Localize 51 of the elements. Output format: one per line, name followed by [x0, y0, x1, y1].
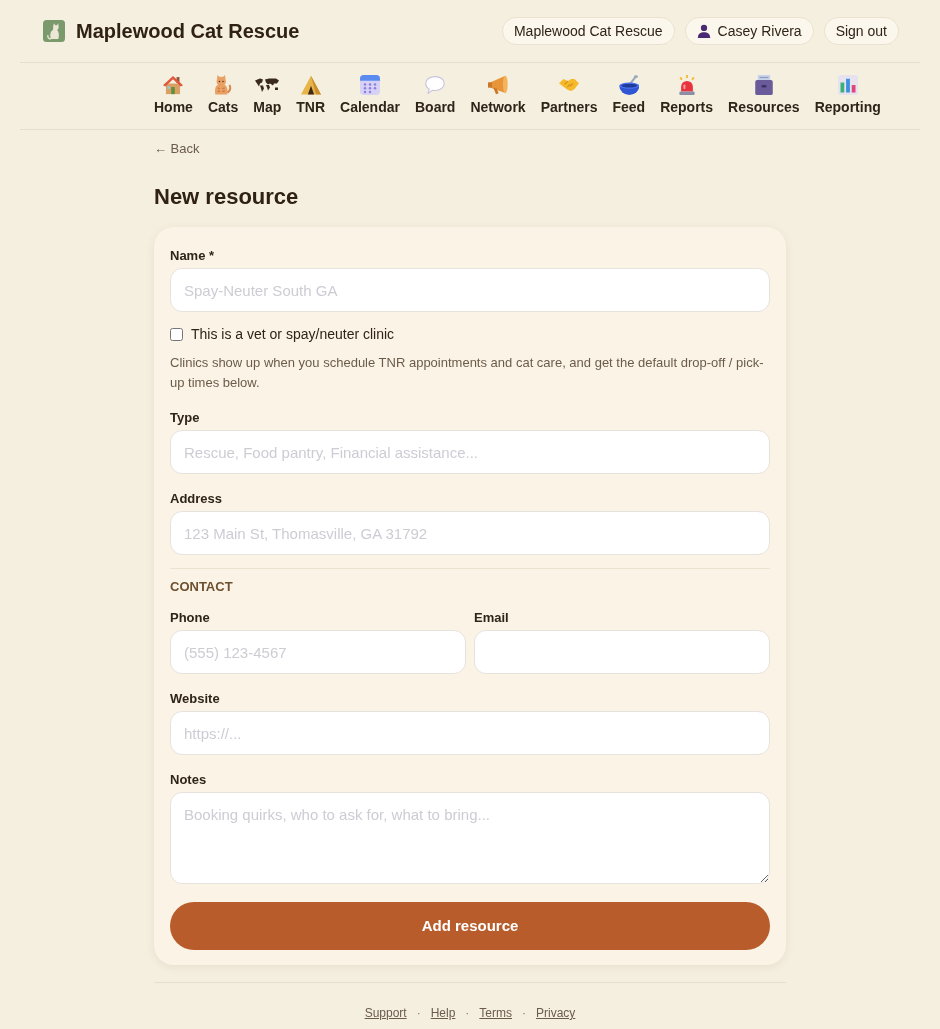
field-label: Name *	[170, 247, 216, 265]
field-label: Notes	[170, 771, 208, 789]
help-text: Clinics show up when you schedule TNR appointments and cat care, and get the default drop-off / pick-up times below.	[170, 354, 765, 392]
siren-icon	[676, 74, 697, 95]
footer-link[interactable]: Support	[364, 1005, 407, 1021]
nav-link[interactable]: Cats	[207, 74, 239, 116]
cat-icon	[213, 74, 234, 95]
nav-link[interactable]: Board	[414, 74, 456, 116]
footer-link[interactable]: Terms	[479, 1005, 512, 1021]
checkbox[interactable]	[170, 327, 183, 341]
footer-link[interactable]: Privacy	[536, 1005, 576, 1021]
submit-button[interactable]: Add resource	[170, 902, 770, 950]
calendar-icon	[360, 74, 380, 95]
nav-link[interactable]: Feed	[612, 74, 646, 116]
field-label: Address	[170, 490, 224, 508]
nav-link[interactable]: TNR	[296, 74, 326, 116]
separator: ·	[416, 1005, 421, 1021]
nav-link[interactable]: Calendar	[340, 74, 400, 116]
cat-logo-icon	[43, 20, 65, 42]
speech-bubble-icon	[425, 75, 446, 94]
back-link[interactable]: ← Back	[154, 141, 200, 157]
bowl-with-spoon-icon	[618, 74, 639, 95]
sign-out-button[interactable]: Sign out	[823, 17, 899, 45]
world-map-icon	[254, 77, 281, 92]
field-label: Website	[170, 690, 221, 708]
card-file-box-icon	[753, 74, 774, 95]
nav-link[interactable]: Network	[470, 74, 526, 116]
organization-button[interactable]: Maplewood Cat Rescue	[501, 17, 675, 45]
user-menu-button[interactable]: Casey Rivera	[684, 17, 814, 45]
nav-link[interactable]: Reports	[660, 74, 714, 116]
field-label: Email	[474, 609, 510, 627]
separator: ·	[465, 1005, 470, 1021]
page-title: New resource	[154, 183, 300, 211]
input-field[interactable]	[474, 630, 770, 674]
bar-chart-icon	[837, 74, 858, 95]
nav-link[interactable]: Home	[154, 74, 193, 116]
nav-link[interactable]: Resources	[728, 74, 800, 116]
nav-link[interactable]: Reporting	[814, 74, 881, 116]
nav-link[interactable]: Partners	[540, 74, 598, 116]
checkbox-label: This is a vet or spay/neuter clinic	[191, 325, 395, 343]
section-heading: CONTACT	[170, 578, 234, 596]
separator: ·	[522, 1005, 526, 1021]
footer-link[interactable]: Help	[430, 1005, 456, 1021]
nav-link[interactable]: Map	[253, 74, 282, 116]
person-icon	[696, 24, 711, 38]
app-title: Maplewood Cat Rescue	[76, 19, 300, 44]
field-label: Phone	[170, 609, 211, 627]
house-icon	[163, 74, 184, 95]
field-label: Type	[170, 409, 201, 427]
tent-icon	[300, 74, 321, 95]
megaphone-icon	[488, 74, 509, 95]
